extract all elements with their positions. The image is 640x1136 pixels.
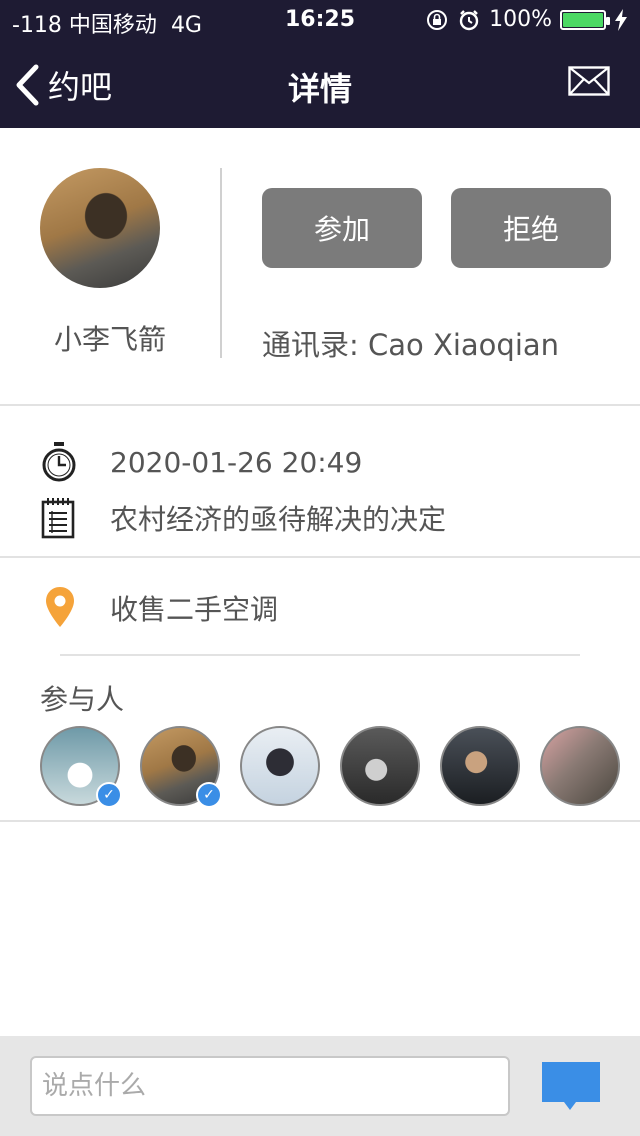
message-button[interactable] xyxy=(568,66,610,100)
datetime-row: 2020-01-26 20:49 xyxy=(0,434,640,490)
battery-percent: 100% xyxy=(489,7,552,32)
envelope-icon xyxy=(568,66,610,96)
nav-bar: 约吧 详情 xyxy=(0,40,640,128)
description-row: 农村经济的亟待解决的决定 xyxy=(0,490,640,546)
alarm-icon xyxy=(459,9,479,30)
participants-title: 参与人 xyxy=(40,683,125,716)
location-pin-icon xyxy=(46,587,74,627)
status-bar: -118 中国移动 4G 16:25 100% xyxy=(0,0,640,40)
event-info-section: 2020-01-26 20:49 农村经济的亟待解决的决定 xyxy=(0,406,640,558)
status-right: 100% xyxy=(425,7,628,32)
event-description: 农村经济的亟待解决的决定 xyxy=(110,503,447,536)
participant-avatar[interactable] xyxy=(440,726,520,806)
event-location: 收售二手空调 xyxy=(110,593,279,626)
organizer-section: 小李飞箭 参加 拒绝 通讯录: Cao Xiaoqian xyxy=(0,128,640,406)
notepad-icon xyxy=(41,498,75,539)
participant-avatar[interactable] xyxy=(240,726,320,806)
battery-icon xyxy=(560,9,610,30)
page-title: 详情 xyxy=(287,70,352,108)
location-row: 收售二手空调 xyxy=(0,584,640,634)
vertical-divider xyxy=(220,168,222,358)
stopwatch-icon xyxy=(42,442,76,482)
battery-fill xyxy=(563,12,603,27)
comment-bar xyxy=(0,1036,640,1136)
organizer-avatar[interactable] xyxy=(40,168,160,288)
contact-label: 通讯录: Cao Xiaoqian xyxy=(262,328,560,362)
reject-button[interactable]: 拒绝 xyxy=(451,188,611,268)
send-button[interactable] xyxy=(540,1060,602,1116)
charging-bolt-icon xyxy=(615,8,627,31)
participant-avatar[interactable] xyxy=(540,726,620,806)
top-bar: -118 中国移动 4G 16:25 100% 约吧 详情 xyxy=(0,0,640,128)
verified-badge-icon: ✓ xyxy=(196,782,222,808)
join-button[interactable]: 参加 xyxy=(262,188,422,268)
section-divider xyxy=(60,654,580,656)
chat-bubble-icon xyxy=(542,1062,600,1110)
location-section: 收售二手空调 参与人 ✓ ✓ xyxy=(0,558,640,822)
event-datetime: 2020-01-26 20:49 xyxy=(110,445,363,479)
comment-input[interactable] xyxy=(30,1056,510,1116)
rotation-lock-icon xyxy=(427,9,448,30)
participant-avatar[interactable] xyxy=(340,726,420,806)
organizer-name: 小李飞箭 xyxy=(53,323,166,356)
participants-list: ✓ ✓ xyxy=(40,726,620,808)
verified-badge-icon: ✓ xyxy=(96,782,122,808)
